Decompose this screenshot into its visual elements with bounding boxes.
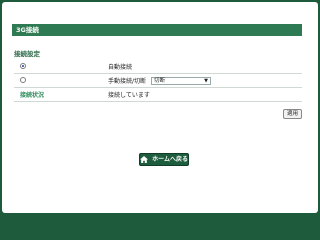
- table-row: 手動接続/切断 切断 ▼: [14, 73, 302, 88]
- connection-settings-table: 自動接続 手動接続/切断 切断 ▼ 接続状況 接続しています: [14, 60, 302, 102]
- auto-connect-label: 自動接続: [100, 60, 302, 74]
- apply-button[interactable]: 適用: [283, 109, 302, 119]
- table-row: 自動接続: [14, 60, 302, 74]
- connect-action-select[interactable]: 切断 ▼: [150, 77, 211, 86]
- home-button-label: ホームへ戻る: [152, 156, 188, 163]
- chevron-down-icon: ▼: [204, 78, 208, 85]
- select-value: 切断: [153, 78, 165, 85]
- table-row: 接続状況 接続しています: [14, 87, 302, 102]
- manual-connect-label: 手動接続/切断: [108, 77, 147, 85]
- auto-connect-radio[interactable]: [20, 62, 26, 69]
- status-label: 接続状況: [14, 87, 100, 102]
- home-button[interactable]: ホームへ戻る: [139, 153, 189, 166]
- manual-connect-radio[interactable]: [20, 76, 26, 83]
- status-value: 接続しています: [100, 87, 302, 102]
- main-panel: 3G接続 接続設定 自動接続 手動接続/切断 切断 ▼ 接続状況 接続しています: [2, 2, 318, 213]
- page-title: 3G接続: [12, 24, 302, 36]
- section-label: 接続設定: [14, 50, 40, 58]
- home-icon: [140, 156, 149, 163]
